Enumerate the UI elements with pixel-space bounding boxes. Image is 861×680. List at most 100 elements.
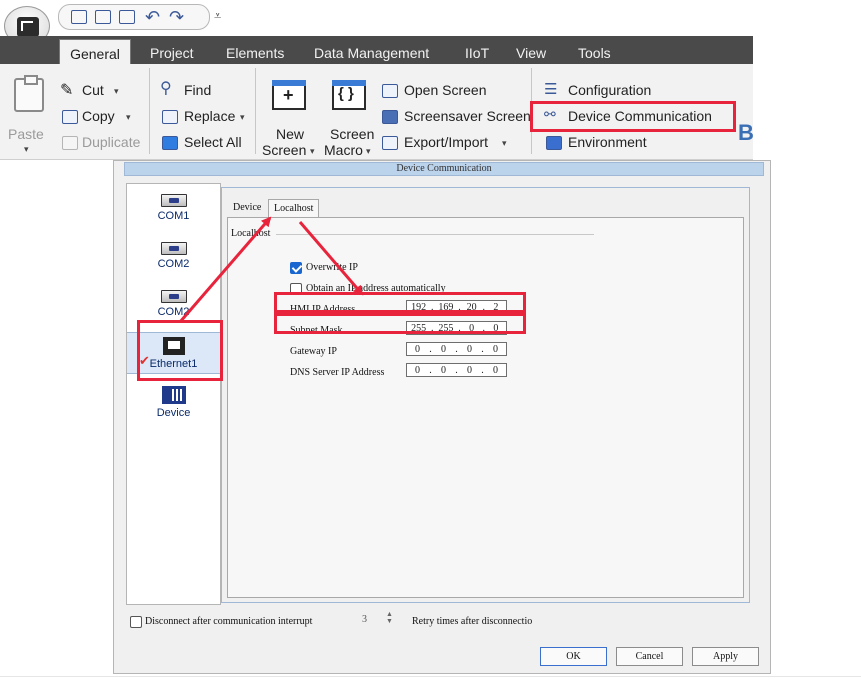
replace-button[interactable]: Replace: [184, 108, 235, 124]
ip-octet: 255: [438, 322, 454, 334]
open-screen-button[interactable]: Open Screen: [404, 82, 487, 98]
page-divider: [0, 676, 861, 677]
disconnect-label: Disconnect after communication interrupt: [145, 616, 313, 627]
ip-separator: .: [429, 364, 432, 376]
device-item-ethernet1[interactable]: ✔ Ethernet1: [127, 332, 220, 374]
tab-general[interactable]: General: [59, 39, 131, 66]
new-screen-dropdown-icon[interactable]: ▾: [310, 146, 315, 157]
device-item-label: Ethernet1: [149, 358, 198, 370]
select-all-button[interactable]: Select All: [184, 134, 242, 150]
device-item-com1[interactable]: COM1: [127, 194, 220, 222]
retry-count-input[interactable]: 3: [362, 614, 367, 625]
disconnect-checkbox[interactable]: [130, 616, 142, 628]
configuration-button[interactable]: Configuration: [568, 82, 651, 98]
open-screen-icon: [382, 84, 398, 98]
tab-elements[interactable]: Elements: [226, 45, 284, 61]
ip-separator: .: [455, 343, 458, 355]
select-all-icon: [162, 136, 178, 150]
tab-iiot[interactable]: IIoT: [465, 45, 489, 61]
obtain-ip-checkbox[interactable]: [290, 283, 302, 295]
replace-icon: [162, 110, 178, 124]
dns-server-label: DNS Server IP Address: [290, 367, 385, 378]
plc-device-icon: [161, 386, 186, 404]
subnet-mask-input[interactable]: 255. 255. 0. 0: [406, 321, 507, 335]
screensaver-icon: [382, 110, 398, 124]
customize-toolbar-icon[interactable]: ⩡: [214, 8, 221, 24]
ip-octet: 0: [467, 364, 472, 376]
export-import-dropdown-icon[interactable]: ▾: [502, 138, 507, 149]
gateway-ip-input[interactable]: 0. 0. 0. 0: [406, 342, 507, 356]
replace-dropdown-icon[interactable]: ▾: [240, 112, 245, 123]
screensaver-screen-button[interactable]: Screensaver Screen: [404, 108, 531, 124]
device-item-com3[interactable]: COM2: [127, 290, 220, 318]
serial-port-icon: [160, 290, 187, 303]
device-item-label: COM1: [157, 210, 190, 222]
ip-separator: .: [458, 301, 461, 313]
paste-dropdown-icon[interactable]: ▾: [24, 144, 29, 155]
selected-check-icon: ✔: [139, 353, 150, 368]
device-communication-button[interactable]: Device Communication: [568, 108, 712, 124]
paste-button[interactable]: Paste: [8, 126, 44, 142]
new-screen-label[interactable]: New: [276, 126, 304, 142]
duplicate-icon: [62, 136, 78, 150]
cancel-button[interactable]: Cancel: [616, 647, 683, 666]
ethernet-icon: [162, 337, 185, 355]
apply-button[interactable]: Apply: [692, 647, 759, 666]
tab-device[interactable]: Device: [233, 202, 261, 213]
screen-macro-icon: { }: [332, 80, 366, 110]
copy-icon: [62, 110, 78, 124]
spin-up-icon[interactable]: ▲: [386, 611, 393, 618]
localhost-tab-content: Localhost Overwrite IP Obtain an IP addr…: [227, 217, 744, 598]
redo-icon[interactable]: ↷: [169, 7, 184, 28]
ip-separator: .: [482, 322, 486, 334]
save-icon[interactable]: [119, 10, 135, 24]
device-item-com2[interactable]: COM2: [127, 242, 220, 270]
environment-button[interactable]: Environment: [568, 134, 647, 150]
ip-separator: .: [481, 364, 484, 376]
cut-dropdown-icon[interactable]: ▾: [114, 86, 119, 97]
tab-view[interactable]: View: [516, 45, 546, 61]
tab-tools[interactable]: Tools: [578, 45, 611, 61]
ip-octet: 169: [438, 301, 454, 313]
settings-panel: Device Localhost Localhost Overwrite IP …: [221, 187, 750, 603]
duplicate-button[interactable]: Duplicate: [82, 134, 140, 150]
ip-separator: .: [458, 322, 461, 334]
copy-button[interactable]: Copy: [82, 108, 115, 124]
hmi-ip-input[interactable]: 192. 169. 20. 2: [406, 300, 507, 314]
new-project-icon[interactable]: [71, 10, 87, 24]
ip-separator: .: [429, 343, 432, 355]
settings-group: ☰ Configuration ⚯ Device Communication E…: [534, 68, 724, 154]
find-button[interactable]: Find: [184, 82, 211, 98]
export-import-button[interactable]: Export/Import: [404, 134, 488, 150]
open-folder-icon[interactable]: [95, 10, 111, 24]
ip-octet: 0: [493, 343, 498, 355]
cut-button[interactable]: Cut: [82, 82, 104, 98]
undo-icon[interactable]: ↶: [145, 7, 160, 28]
overwrite-ip-checkbox[interactable]: [290, 262, 302, 274]
screen-macro-label[interactable]: Screen: [330, 126, 374, 142]
gateway-ip-label: Gateway IP: [290, 346, 337, 357]
ip-separator: .: [481, 343, 484, 355]
tab-project[interactable]: Project: [150, 45, 194, 61]
spin-down-icon[interactable]: ▼: [386, 618, 393, 625]
serial-port-icon: [160, 242, 187, 255]
dns-server-input[interactable]: 0. 0. 0. 0: [406, 363, 507, 377]
screen-macro-button[interactable]: Macro: [324, 142, 363, 158]
paste-icon[interactable]: [14, 75, 44, 112]
retry-spinner[interactable]: ▲ ▼: [386, 611, 393, 625]
new-screen-button[interactable]: Screen: [262, 142, 306, 158]
copy-dropdown-icon[interactable]: ▾: [126, 112, 131, 123]
device-list: COM1 COM2 COM2 ✔ Ethernet1 Device: [126, 183, 221, 605]
screen-group: + New Screen ▾ { } Screen Macro ▾ Open S…: [258, 68, 532, 158]
ok-button[interactable]: OK: [540, 647, 607, 666]
device-item-device[interactable]: Device: [127, 386, 220, 419]
editing-group: ⚲ Find Replace ▾ Select All: [152, 68, 256, 154]
export-import-icon: [382, 136, 398, 150]
tab-data-management[interactable]: Data Management: [314, 45, 429, 61]
quick-access-toolbar: ↶ ↷: [58, 4, 210, 30]
overwrite-ip-label: Overwrite IP: [306, 262, 358, 273]
screen-macro-dropdown-icon[interactable]: ▾: [366, 146, 371, 157]
subnet-mask-label: Subnet Mask: [290, 325, 343, 336]
tab-localhost[interactable]: Localhost: [268, 199, 320, 218]
ip-octet: 0: [493, 322, 499, 334]
